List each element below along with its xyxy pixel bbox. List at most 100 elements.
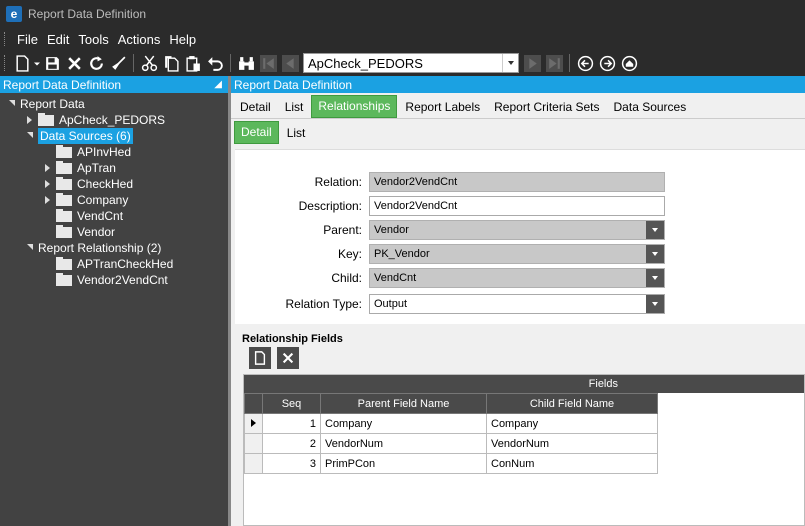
first-record-icon[interactable]	[257, 52, 279, 74]
collapse-arrow-icon[interactable]	[6, 99, 16, 109]
refresh-icon[interactable]	[85, 52, 107, 74]
table-row[interactable]: 2 VendorNum VendorNum	[244, 433, 658, 454]
menu-tools[interactable]: Tools	[74, 32, 112, 47]
folder-icon	[56, 192, 72, 206]
key-dropdown[interactable]: PK_Vendor	[369, 244, 665, 264]
tree-item-label: Report Relationship (2)	[38, 241, 162, 255]
new-field-button[interactable]	[249, 347, 271, 369]
tree-panel-header: Report Data Definition ◢	[0, 76, 228, 93]
back-icon[interactable]	[574, 52, 596, 74]
subtab-list[interactable]: List	[281, 122, 312, 144]
tree-item[interactable]: CheckHed	[0, 176, 228, 192]
child-dropdown[interactable]: VendCnt	[369, 268, 665, 288]
expand-arrow-icon[interactable]	[24, 115, 34, 125]
tree-item[interactable]: Data Sources (6)	[0, 128, 228, 144]
seq-cell[interactable]: 3	[262, 453, 321, 474]
chevron-down-icon[interactable]	[646, 221, 664, 239]
tree-item[interactable]: Report Relationship (2)	[0, 240, 228, 256]
toolbar-grip[interactable]	[4, 55, 7, 71]
content-panel-header: Report Data Definition	[231, 76, 805, 93]
tree-item[interactable]: Vendor	[0, 224, 228, 240]
expand-arrow-icon[interactable]	[42, 179, 52, 189]
seq-cell[interactable]: 1	[262, 413, 321, 434]
undo-icon[interactable]	[204, 52, 226, 74]
tree-item[interactable]: APInvHed	[0, 144, 228, 160]
subtab-detail[interactable]: Detail	[234, 121, 279, 144]
tree-item[interactable]: Company	[0, 192, 228, 208]
new-icon[interactable]	[11, 52, 33, 74]
close-icon	[282, 352, 294, 364]
tab-data-sources[interactable]: Data Sources	[608, 96, 693, 118]
child-value: VendCnt	[374, 272, 417, 284]
child-field-cell[interactable]: Company	[486, 413, 658, 434]
tree-item-label: Data Sources (6)	[38, 128, 133, 144]
tree-item[interactable]: Report Data	[0, 96, 228, 112]
child-field-cell[interactable]: ConNum	[486, 453, 658, 474]
pin-icon[interactable]: ◢	[214, 79, 222, 90]
chevron-down-icon[interactable]	[646, 295, 664, 313]
tree-item[interactable]: VendCnt	[0, 208, 228, 224]
clear-broom-icon[interactable]	[107, 52, 129, 74]
seq-cell[interactable]: 2	[262, 433, 321, 454]
folder-icon	[38, 112, 54, 126]
relationship-fields-grid: Fields Seq Parent Field Name Child Field…	[243, 374, 805, 526]
binoculars-search-icon[interactable]	[235, 52, 257, 74]
menu-edit[interactable]: Edit	[43, 32, 73, 47]
cut-icon[interactable]	[138, 52, 160, 74]
parent-field-cell[interactable]: PrimPCon	[320, 453, 487, 474]
expand-arrow-icon[interactable]	[42, 163, 52, 173]
previous-record-icon[interactable]	[279, 52, 301, 74]
record-selector-value: ApCheck_PEDORS	[308, 55, 423, 71]
tree-item[interactable]: Vendor2VendCnt	[0, 272, 228, 288]
parent-dropdown[interactable]: Vendor	[369, 220, 665, 240]
table-row[interactable]: 3 PrimPCon ConNum	[244, 453, 658, 474]
parent-field-cell[interactable]: Company	[320, 413, 487, 434]
chevron-down-icon[interactable]	[646, 245, 664, 263]
delete-icon[interactable]	[63, 52, 85, 74]
column-header-seq[interactable]: Seq	[262, 393, 321, 414]
relation-field[interactable]: Vendor2VendCnt	[369, 172, 665, 192]
forward-icon[interactable]	[596, 52, 618, 74]
row-selector[interactable]	[244, 433, 263, 454]
last-record-icon[interactable]	[543, 52, 565, 74]
tree-item-label: Vendor2VendCnt	[77, 273, 168, 287]
description-field[interactable]: Vendor2VendCnt	[369, 196, 665, 216]
row-selector[interactable]	[244, 453, 263, 474]
tree-item[interactable]: APTranCheckHed	[0, 256, 228, 272]
tree-item-label: VendCnt	[77, 209, 124, 223]
next-record-icon[interactable]	[521, 52, 543, 74]
table-row[interactable]: 1 Company Company	[244, 413, 658, 434]
column-header-parent-field[interactable]: Parent Field Name	[320, 393, 487, 414]
tab-list[interactable]: List	[279, 96, 310, 118]
tree-item[interactable]: ApTran	[0, 160, 228, 176]
tab-report-labels[interactable]: Report Labels	[399, 96, 486, 118]
tab-relationships[interactable]: Relationships	[311, 95, 398, 118]
column-header-child-field[interactable]: Child Field Name	[486, 393, 658, 414]
paste-icon[interactable]	[182, 52, 204, 74]
collapse-arrow-icon[interactable]	[24, 131, 34, 141]
menu-file[interactable]: File	[13, 32, 42, 47]
row-selector[interactable]	[244, 413, 263, 434]
menu-bar: File Edit Tools Actions Help	[0, 28, 805, 50]
combo-dropdown-icon[interactable]	[502, 54, 518, 72]
tab-detail[interactable]: Detail	[234, 96, 277, 118]
home-icon[interactable]	[618, 52, 640, 74]
menu-grip[interactable]	[4, 32, 7, 46]
relation-type-dropdown[interactable]: Output	[369, 294, 665, 314]
menu-help[interactable]: Help	[165, 32, 200, 47]
tab-report-criteria-sets[interactable]: Report Criteria Sets	[488, 96, 605, 118]
parent-field-cell[interactable]: VendorNum	[320, 433, 487, 454]
save-icon[interactable]	[41, 52, 63, 74]
copy-icon[interactable]	[160, 52, 182, 74]
delete-field-button[interactable]	[277, 347, 299, 369]
chevron-down-icon[interactable]	[646, 269, 664, 287]
folder-icon	[56, 144, 72, 158]
dropdown-arrow-icon[interactable]	[33, 52, 41, 74]
window-title: Report Data Definition	[28, 7, 147, 21]
menu-actions[interactable]: Actions	[114, 32, 165, 47]
child-field-cell[interactable]: VendorNum	[486, 433, 658, 454]
collapse-arrow-icon[interactable]	[24, 243, 34, 253]
expand-arrow-icon[interactable]	[42, 195, 52, 205]
record-selector-combo[interactable]: ApCheck_PEDORS	[303, 53, 519, 73]
tree-item[interactable]: ApCheck_PEDORS	[0, 112, 228, 128]
